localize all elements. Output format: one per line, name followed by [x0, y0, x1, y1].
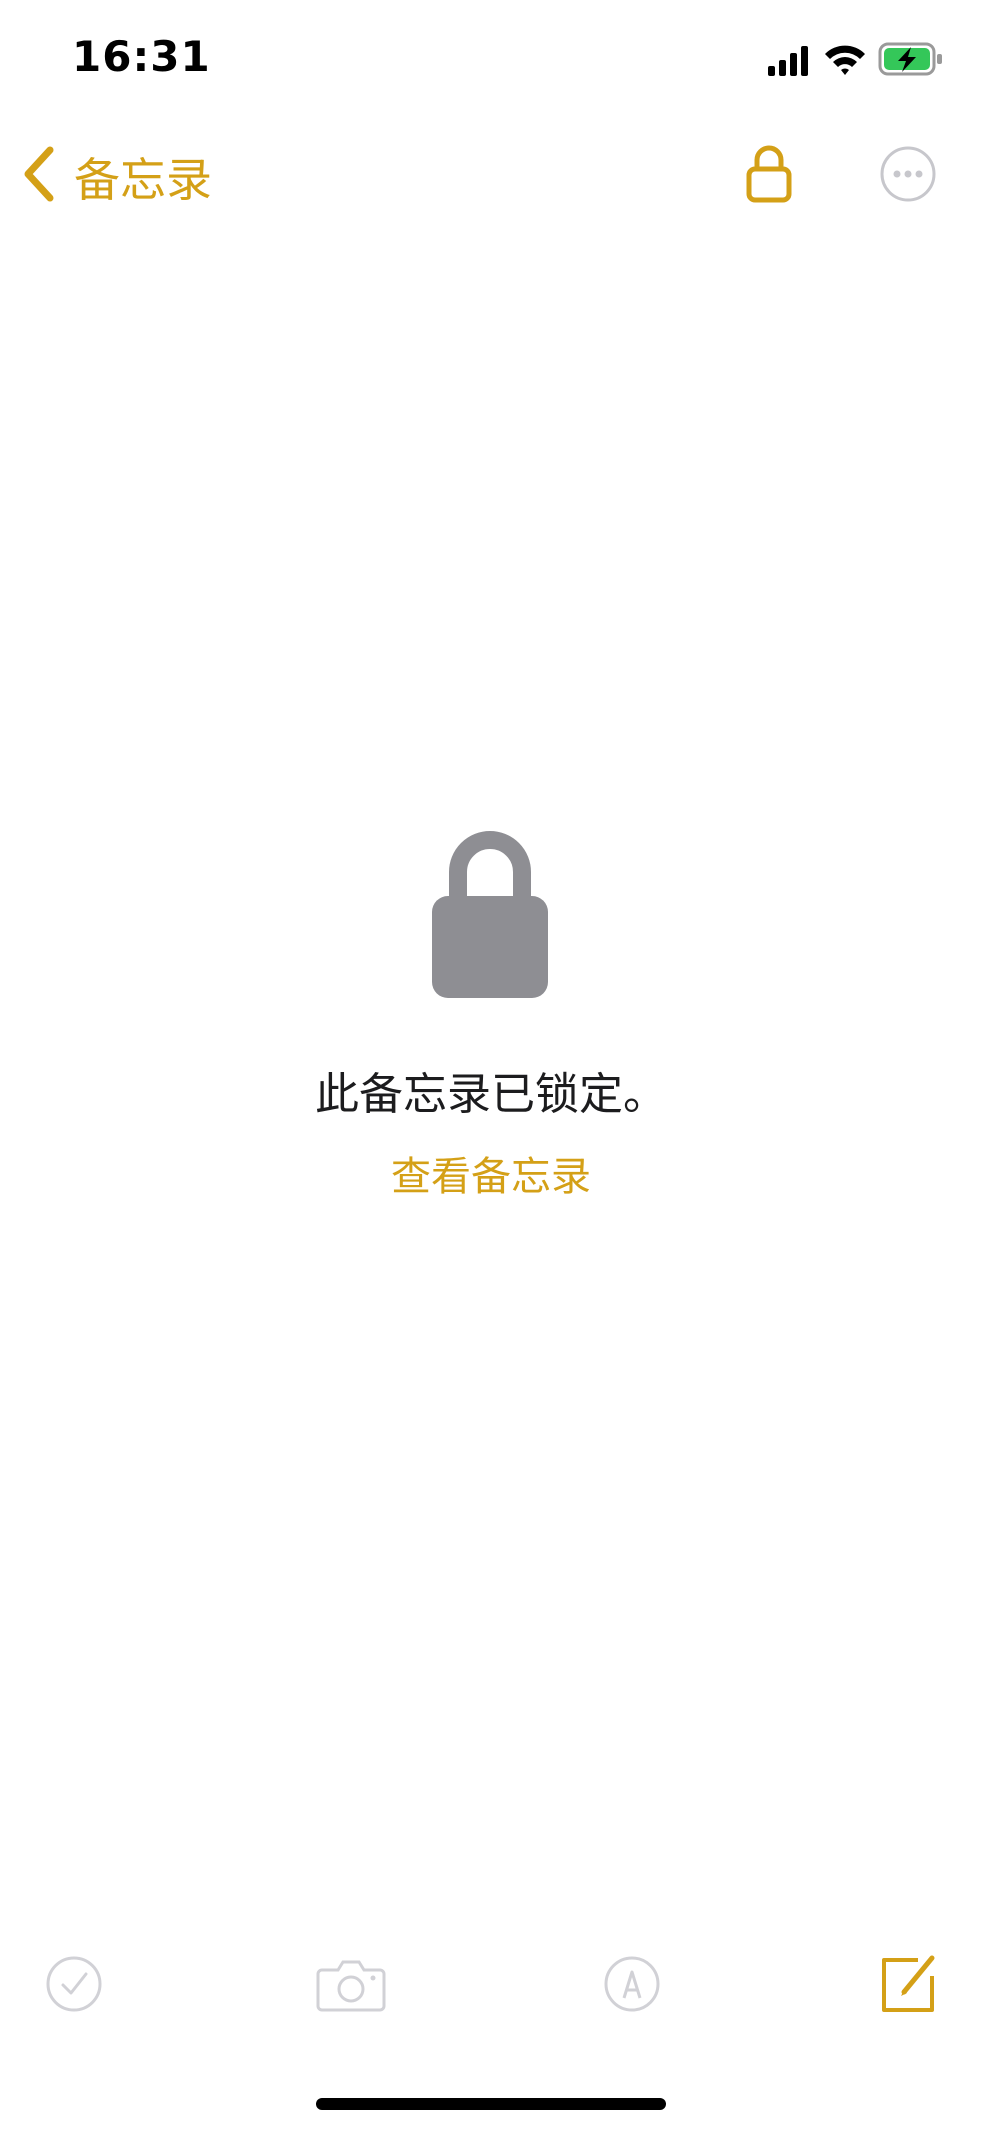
camera-icon: [316, 1960, 386, 2012]
locked-message: 此备忘录已锁定。: [315, 1069, 667, 1120]
status-time: 16:31: [72, 32, 211, 81]
lock-open-icon[interactable]: [744, 142, 794, 204]
home-indicator[interactable]: [316, 2098, 666, 2110]
lock-icon: [432, 831, 548, 998]
compose-icon[interactable]: [876, 1952, 940, 2016]
battery-charging-icon: [878, 42, 942, 76]
back-chevron-icon[interactable]: [20, 146, 56, 202]
checklist-icon: [46, 1956, 102, 2012]
markup-icon: [604, 1956, 660, 2012]
back-button-label[interactable]: 备忘录: [74, 144, 212, 210]
more-icon[interactable]: [878, 144, 938, 204]
cellular-signal-icon: [768, 46, 808, 76]
wifi-icon: [825, 45, 865, 75]
view-note-button[interactable]: 查看备忘录: [0, 1144, 982, 1202]
